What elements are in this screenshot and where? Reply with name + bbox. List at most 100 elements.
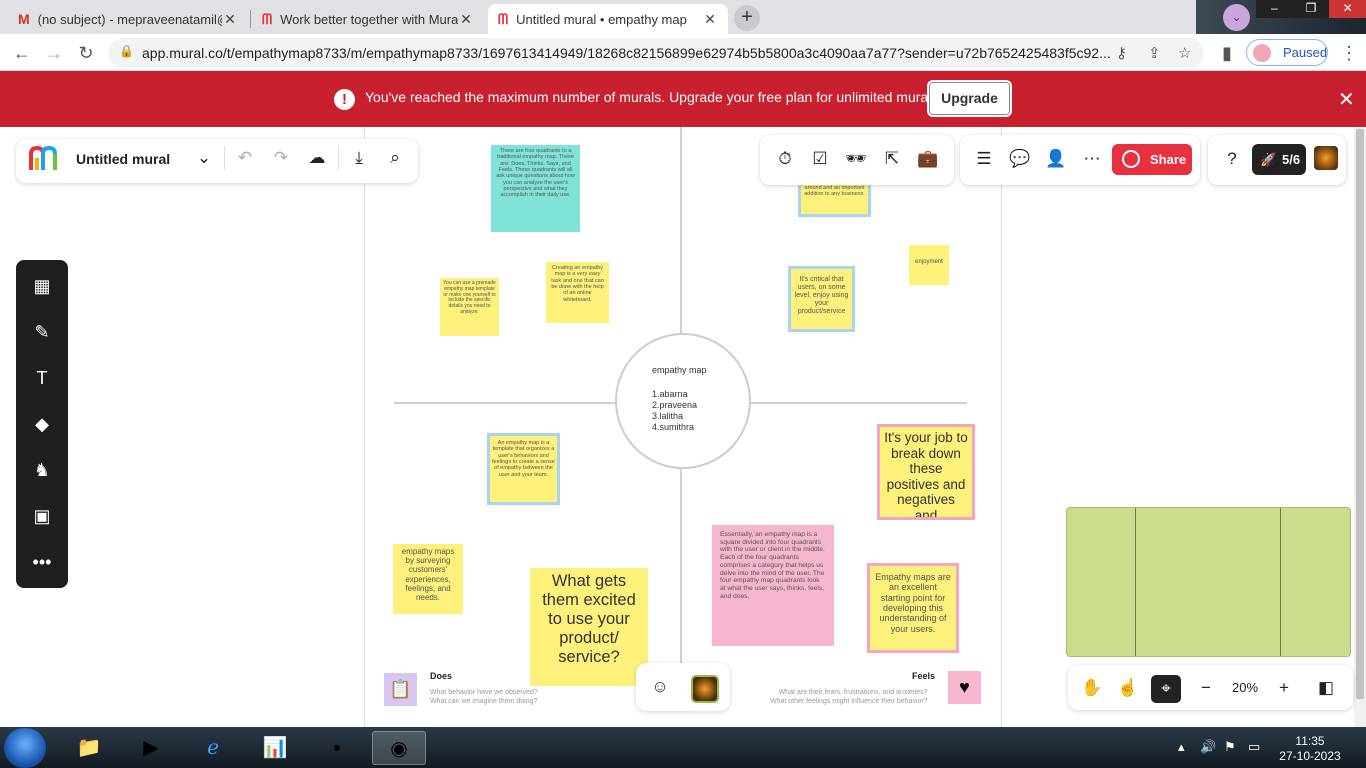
- more-options-icon[interactable]: ⋯: [1081, 148, 1103, 170]
- toolbox-icon[interactable]: 💼: [917, 148, 939, 170]
- reaction-bar: ☺: [636, 663, 730, 711]
- bookmark-star-icon[interactable]: ☆: [1178, 44, 1191, 62]
- sticky-note[interactable]: It's critical that users, on some level,…: [788, 266, 855, 332]
- share-button[interactable]: Share: [1112, 144, 1192, 175]
- heart-icon: ♥: [948, 671, 981, 704]
- user-icon[interactable]: 👤: [1045, 148, 1067, 170]
- rocket-icon: 🚀: [1260, 152, 1277, 167]
- key-icon[interactable]: ⚷: [1116, 44, 1127, 62]
- app-icon[interactable]: ▪: [310, 731, 364, 765]
- network-icon[interactable]: ⚑: [1224, 739, 1236, 755]
- url-field[interactable]: 🔒 app.mural.co/t/empathymap8733/m/empath…: [108, 38, 1204, 68]
- hand-pan-icon[interactable]: ✋: [1081, 677, 1103, 699]
- sticky-note[interactable]: An empathy map is a template that organi…: [487, 433, 560, 505]
- close-window-icon[interactable]: ✕: [1329, 0, 1366, 18]
- sticky-note[interactable]: empathy maps by surveying customers' exp…: [393, 544, 463, 614]
- minimize-icon[interactable]: –: [1256, 0, 1293, 18]
- profile-avatar: [1253, 44, 1271, 62]
- sticky-note-icon[interactable]: ✎: [30, 320, 54, 344]
- sticky-note[interactable]: enjoyment: [909, 245, 949, 285]
- chevron-down-icon[interactable]: ⌄: [193, 147, 215, 169]
- sticky-note[interactable]: You can use a premade empathy map templa…: [440, 278, 499, 336]
- more-tools-icon[interactable]: •••: [30, 550, 54, 574]
- tab-untitled-mural[interactable]: ᗰ Untitled mural • empathy map ✕: [488, 4, 728, 34]
- shapes-icon[interactable]: ◆: [30, 412, 54, 436]
- zoom-out-icon[interactable]: −: [1195, 677, 1217, 699]
- comment-icon[interactable]: 💬: [1009, 148, 1031, 170]
- url-text: app.mural.co/t/empathymap8733/m/empathym…: [142, 45, 1111, 61]
- close-tab-icon[interactable]: ✕: [222, 11, 238, 28]
- tray-arrow-icon[interactable]: ▴: [1178, 739, 1185, 755]
- text-icon[interactable]: T: [30, 366, 54, 390]
- zoom-in-icon[interactable]: +: [1273, 677, 1295, 699]
- redo-icon[interactable]: ↷: [270, 147, 292, 169]
- close-tab-icon[interactable]: ✕: [458, 11, 474, 28]
- sticky-note[interactable]: around and an important addition to any …: [798, 180, 871, 217]
- tab-search-chevron-icon[interactable]: ⌄: [1223, 4, 1250, 31]
- volume-icon[interactable]: 🔊: [1200, 739, 1216, 755]
- back-arrow-icon[interactable]: ←: [10, 41, 34, 65]
- sticky-note[interactable]: Creating an empathy map is a very easy t…: [546, 262, 609, 323]
- progress-count: 5/6: [1282, 152, 1301, 167]
- outline-icon[interactable]: ☰: [973, 148, 995, 170]
- tab-mural-work[interactable]: ᗰ Work better together with Mural ✕: [252, 4, 484, 34]
- emoji-icon[interactable]: ☺: [649, 676, 671, 698]
- start-button[interactable]: [4, 728, 46, 768]
- profile-button[interactable]: Paused: [1246, 39, 1328, 66]
- sticky-note[interactable]: Essentially, an empathy map is a square …: [712, 525, 834, 646]
- upgrade-button[interactable]: Upgrade: [927, 80, 1012, 117]
- download-icon[interactable]: ⤓: [348, 147, 370, 169]
- minimap-toggle-icon[interactable]: ◧: [1315, 677, 1337, 699]
- voting-checkbox-icon[interactable]: ☑: [809, 148, 831, 170]
- browser-menu-icon[interactable]: ⋮: [1340, 43, 1358, 64]
- map-icon[interactable]: ⌖: [1151, 675, 1181, 703]
- quadrant-divider: [680, 469, 682, 669]
- close-tab-icon[interactable]: ✕: [702, 11, 718, 28]
- share-page-icon[interactable]: ⇪: [1148, 44, 1161, 62]
- upgrade-banner: ! You've reached the maximum number of m…: [0, 71, 1366, 127]
- zoom-level[interactable]: 20%: [1232, 680, 1258, 695]
- mural-title[interactable]: Untitled mural: [76, 151, 170, 167]
- close-banner-icon[interactable]: ✕: [1338, 87, 1355, 112]
- vertical-scrollbar[interactable]: [1354, 127, 1366, 727]
- cloud-saved-icon[interactable]: ☁: [306, 147, 328, 169]
- side-panel-icon[interactable]: ▮: [1215, 41, 1239, 65]
- sticky-note[interactable]: Empathy maps are an excellent starting p…: [867, 563, 959, 653]
- sticky-note[interactable]: There are four quadrants to a traditiona…: [491, 145, 580, 232]
- center-title: empathy map: [652, 365, 707, 375]
- sticky-note[interactable]: It's your job to break down these positi…: [877, 424, 975, 520]
- new-tab-button[interactable]: +: [734, 5, 760, 31]
- undo-icon[interactable]: ↶: [234, 147, 256, 169]
- avatar[interactable]: [691, 675, 719, 703]
- llama-icon[interactable]: ♞: [30, 458, 54, 482]
- gmail-icon: M: [18, 11, 30, 27]
- mural-logo-icon[interactable]: [28, 144, 62, 172]
- scrollbar-thumb[interactable]: [1356, 129, 1364, 699]
- file-explorer-icon[interactable]: 📁: [62, 731, 116, 765]
- system-clock[interactable]: 11:35 27-10-2023: [1270, 734, 1350, 764]
- clock-time: 11:35: [1295, 734, 1325, 748]
- user-center-circle[interactable]: empathy map 1.abarna 2.praveena 3.lalith…: [615, 333, 751, 469]
- forward-arrow-icon[interactable]: →: [42, 41, 66, 65]
- chrome-icon[interactable]: ◉: [372, 731, 426, 765]
- image-icon[interactable]: ▣: [30, 504, 54, 528]
- search-icon[interactable]: ⌕: [384, 147, 406, 169]
- maximize-icon[interactable]: ❐: [1293, 0, 1330, 18]
- avatar[interactable]: [1314, 146, 1338, 170]
- internet-explorer-icon[interactable]: ℯ: [186, 731, 240, 765]
- timer-icon[interactable]: ⏱: [774, 148, 796, 170]
- display-icon[interactable]: ▭: [1248, 739, 1260, 755]
- help-icon[interactable]: ?: [1221, 148, 1243, 170]
- powerpoint-icon[interactable]: 📊: [248, 731, 302, 765]
- select-hand-icon[interactable]: ☝: [1117, 677, 1139, 699]
- minimap[interactable]: [1066, 507, 1351, 657]
- reload-icon[interactable]: ↻: [74, 41, 98, 65]
- summon-cursor-icon[interactable]: ⇱: [881, 148, 903, 170]
- share-label: Share: [1150, 152, 1187, 167]
- media-player-icon[interactable]: ▶: [124, 731, 178, 765]
- sticky-note[interactable]: What gets them excited to use your produ…: [530, 568, 648, 686]
- private-mode-icon[interactable]: 🕶: [845, 148, 867, 170]
- tab-gmail[interactable]: M (no subject) - mepraveenatamil@ ✕: [8, 4, 248, 34]
- onboarding-progress-button[interactable]: 🚀 5/6: [1252, 144, 1306, 175]
- templates-icon[interactable]: ▦: [30, 274, 54, 298]
